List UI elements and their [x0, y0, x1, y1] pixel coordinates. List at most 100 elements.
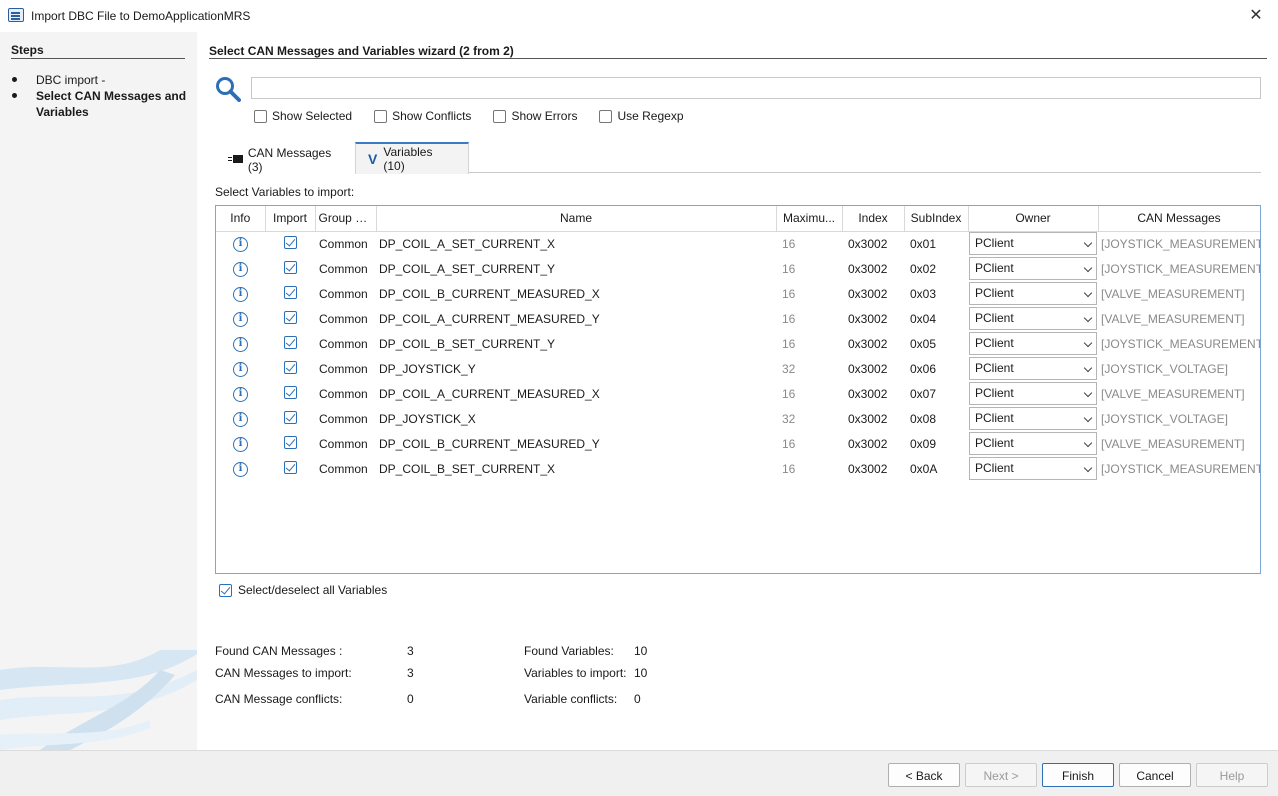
chevron-down-icon [1083, 263, 1093, 273]
owner-dropdown[interactable]: PClient [969, 457, 1097, 480]
info-cell: i [216, 256, 265, 281]
select-all-toggle[interactable]: Select/deselect all Variables [219, 583, 387, 597]
import-checkbox[interactable] [283, 360, 297, 374]
import-checkbox[interactable] [283, 410, 297, 424]
owner-dropdown[interactable]: PClient [969, 282, 1097, 305]
import-checkbox[interactable] [283, 435, 297, 449]
max-cell: 16 [782, 286, 796, 301]
info-icon[interactable]: i [233, 462, 248, 477]
import-checkbox[interactable] [283, 335, 297, 349]
use-regexp-label: Use Regexp [617, 109, 684, 123]
finish-button[interactable]: Finish [1042, 763, 1114, 787]
index-cell: 0x3002 [848, 386, 888, 401]
tab-variables[interactable]: V Variables (10) [355, 142, 469, 174]
owner-dropdown[interactable]: PClient [969, 257, 1097, 280]
decorative-swoosh-icon [0, 650, 197, 750]
subindex-cell: 0x03 [910, 286, 937, 301]
group-cell: Common [319, 361, 368, 376]
cancel-button[interactable]: Cancel [1119, 763, 1191, 787]
show-conflicts-checkbox[interactable] [374, 109, 388, 123]
info-icon[interactable]: i [233, 362, 248, 377]
import-stats: Found CAN Messages : 3 CAN Messages to i… [215, 644, 815, 724]
show-selected-label: Show Selected [272, 109, 353, 123]
info-icon[interactable]: i [233, 312, 248, 327]
back-button[interactable]: < Back [888, 763, 960, 787]
owner-dropdown[interactable]: PClient [969, 357, 1097, 380]
step-item: DBC import - [12, 72, 192, 88]
import-checkbox[interactable] [283, 385, 297, 399]
steps-list: DBC import - Select CAN Messages and Vari… [12, 72, 192, 120]
owner-cell: PClient [968, 381, 1098, 406]
owner-value: PClient [975, 311, 1014, 325]
info-icon[interactable]: i [233, 387, 248, 402]
wizard-divider [209, 58, 1267, 59]
info-icon[interactable]: i [233, 437, 248, 452]
column-header[interactable]: Maximu... [776, 206, 843, 232]
wizard-title: Select CAN Messages and Variables wizard… [209, 44, 514, 58]
column-header[interactable]: CAN Messages [1098, 206, 1260, 232]
select-all-checkbox[interactable] [219, 583, 232, 597]
subindex-cell: 0x07 [910, 386, 937, 401]
can-conflicts-label: CAN Message conflicts: [215, 692, 343, 706]
steps-panel: Steps DBC import - Select CAN Messages an… [0, 32, 197, 750]
show-errors-filter[interactable]: Show Errors [493, 109, 577, 123]
step-label: DBC import - [36, 73, 106, 87]
max-cell: 16 [782, 386, 796, 401]
table-row: i Common DP_COIL_B_SET_CURRENT_Y 16 0x3002 0x… [216, 331, 1260, 356]
tab-can-messages[interactable]: CAN Messages (3) [215, 146, 355, 174]
show-selected-checkbox[interactable] [254, 109, 267, 123]
help-button[interactable]: Help [1196, 763, 1268, 787]
import-checkbox[interactable] [283, 285, 297, 299]
column-header[interactable]: Owner [968, 206, 1099, 232]
owner-dropdown[interactable]: PClient [969, 332, 1097, 355]
use-regexp-filter[interactable]: Use Regexp [599, 109, 684, 123]
subindex-cell: 0x0A [910, 461, 938, 476]
use-regexp-checkbox[interactable] [599, 109, 613, 123]
chevron-down-icon [1083, 388, 1093, 398]
name-cell: DP_JOYSTICK_X [379, 411, 476, 426]
name-cell: DP_COIL_B_SET_CURRENT_X [379, 461, 556, 476]
import-checkbox[interactable] [283, 235, 297, 249]
owner-dropdown[interactable]: PClient [969, 382, 1097, 405]
info-icon[interactable]: i [233, 237, 248, 253]
name-cell: DP_COIL_B_CURRENT_MEASURED_Y [379, 436, 600, 451]
step-item: Select CAN Messages and Variables [12, 88, 192, 120]
close-icon[interactable]: ✕ [1246, 6, 1266, 26]
import-cell [265, 431, 315, 456]
info-icon[interactable]: i [233, 412, 248, 427]
vars-import-label: Variables to import: [524, 666, 627, 680]
owner-dropdown[interactable]: PClient [969, 407, 1097, 430]
found-can-label: Found CAN Messages : [215, 644, 343, 658]
next-button[interactable]: Next > [965, 763, 1037, 787]
info-icon[interactable]: i [233, 287, 248, 302]
step-label: Select CAN Messages and Variables [36, 89, 187, 119]
max-cell: 16 [782, 261, 796, 276]
info-icon[interactable]: i [233, 337, 248, 352]
index-cell: 0x3002 [848, 336, 888, 351]
column-header[interactable]: Index [842, 206, 905, 232]
import-checkbox[interactable] [283, 310, 297, 324]
column-header[interactable]: Import [265, 206, 316, 232]
max-cell: 16 [782, 236, 796, 251]
owner-dropdown[interactable]: PClient [969, 232, 1097, 256]
import-checkbox[interactable] [283, 460, 297, 474]
show-conflicts-filter[interactable]: Show Conflicts [374, 109, 471, 123]
info-icon[interactable]: i [233, 262, 248, 277]
owner-dropdown[interactable]: PClient [969, 307, 1097, 330]
owner-dropdown[interactable]: PClient [969, 432, 1097, 455]
column-header[interactable]: SubIndex [904, 206, 969, 232]
column-header[interactable]: Name [376, 206, 777, 232]
show-selected-filter[interactable]: Show Selected [254, 109, 352, 123]
bullet-icon [12, 93, 17, 98]
column-header[interactable]: Info [216, 206, 266, 232]
import-checkbox[interactable] [283, 260, 297, 274]
group-cell: Common [319, 461, 368, 476]
index-cell: 0x3002 [848, 411, 888, 426]
import-cell [265, 456, 315, 481]
column-header[interactable]: Group N... [315, 206, 377, 232]
steps-title: Steps [11, 43, 44, 57]
max-cell: 16 [782, 436, 796, 451]
show-errors-checkbox[interactable] [493, 109, 507, 123]
search-input[interactable] [251, 77, 1261, 99]
name-cell: DP_COIL_A_CURRENT_MEASURED_Y [379, 311, 600, 326]
